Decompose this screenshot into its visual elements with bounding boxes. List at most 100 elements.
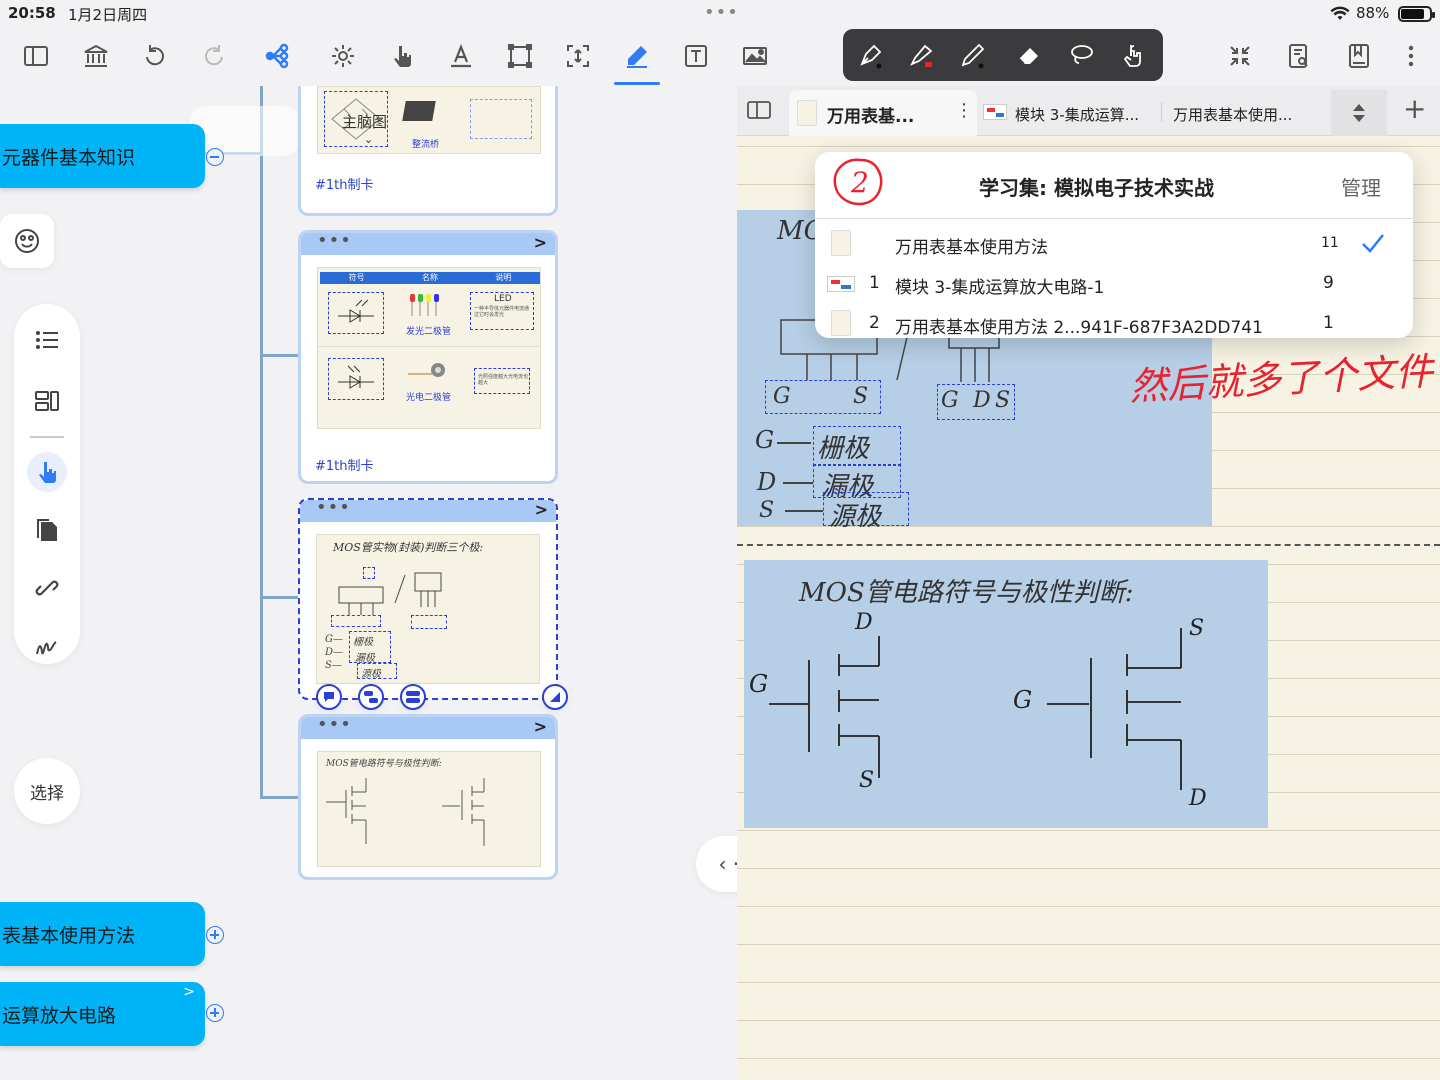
tab-thumb — [797, 100, 817, 126]
note-thumb — [831, 230, 851, 256]
add-tab-icon[interactable]: + — [1403, 92, 1426, 125]
lasso-icon[interactable] — [1065, 39, 1097, 71]
mindmap-card[interactable]: ••• > 符号 名称 说明 发光二极管 LED 一种半导体元器件电流通过它时会… — [298, 230, 558, 484]
pencil-tool-icon[interactable] — [957, 39, 989, 71]
side-tool-panel — [14, 304, 80, 664]
card-header[interactable]: ••• > — [301, 233, 555, 255]
sidebar-icon[interactable] — [18, 38, 54, 74]
study-set-item[interactable]: 2 万用表基本使用方法 2...941F-687F3A2DD741 1 — [815, 304, 1413, 344]
led-symbol-icon — [338, 299, 374, 323]
expand-node-icon[interactable] — [206, 926, 224, 944]
layout-icon[interactable] — [14, 380, 80, 420]
link-card-icon[interactable] — [358, 684, 384, 710]
sym1-drain: D — [855, 610, 873, 635]
mindmap-card-selected[interactable]: ••• > MOS管实物(封装)判断三个极: G— D— S— 栅极 漏极 源极 — [298, 498, 558, 700]
card-header[interactable]: ••• > — [300, 500, 556, 522]
mindmap-canvas[interactable]: 元器件基本知识 主脑图 ⌄ 整流桥 #1th制卡 ••• > 符号 名称 说明 — [0, 86, 737, 1080]
multitask-dots[interactable]: ••• — [704, 2, 739, 23]
redo-icon[interactable] — [196, 38, 232, 74]
pin-s2-label: S — [995, 388, 1011, 413]
image-icon[interactable] — [737, 38, 773, 74]
resize-handle-icon[interactable] — [542, 684, 568, 710]
textbox-icon[interactable] — [678, 38, 714, 74]
highlighter-icon[interactable] — [905, 39, 937, 71]
study-set-item[interactable]: 万用表基本使用方法 11 — [815, 224, 1413, 264]
expand-node-icon[interactable] — [206, 1004, 224, 1022]
text-format-icon[interactable] — [443, 38, 479, 74]
split-panel-icon[interactable] — [745, 96, 773, 124]
comment-icon[interactable] — [316, 684, 342, 710]
undo-icon[interactable] — [137, 38, 173, 74]
study-set-item[interactable]: 1 模块 3-集成运算放大电路-1 9 — [815, 264, 1413, 304]
page-separator — [737, 544, 1440, 546]
mindmap-icon[interactable] — [259, 38, 295, 74]
pencil-icon[interactable] — [619, 38, 655, 74]
item-label: 万用表基本使用方法 — [895, 238, 1048, 258]
legend-pin-s: S — [759, 498, 775, 523]
scribble-icon[interactable] — [14, 626, 80, 666]
link-icon[interactable] — [14, 568, 80, 608]
collapse-node-icon[interactable] — [206, 148, 224, 166]
mindmap-card[interactable]: 主脑图 ⌄ 整流桥 #1th制卡 — [298, 86, 558, 216]
mindmap-node[interactable]: 运算放大电路 > — [0, 982, 205, 1046]
chevron-down-icon[interactable]: ⌄ — [364, 133, 373, 146]
fountain-pen-icon[interactable] — [855, 39, 887, 71]
search-document-icon[interactable] — [1281, 38, 1317, 74]
chevron-right-icon[interactable]: > — [535, 500, 548, 519]
chevron-right-icon[interactable]: > — [534, 233, 547, 252]
card-more-dots[interactable]: ••• — [316, 500, 351, 518]
chevron-right-icon[interactable]: > — [183, 984, 195, 1000]
frame-icon[interactable] — [502, 38, 538, 74]
section2-title: MOS管电路符号与极性判断: — [799, 578, 1134, 608]
notebook-pane[interactable]: MOS G S G D S G 栅极 D 漏极 S 源极 然后就多了个文件 MO… — [737, 86, 1440, 1080]
ruled-line — [737, 146, 1440, 147]
tab-label: 模块 3-集成运算... — [1015, 106, 1140, 124]
ruled-line — [737, 868, 1440, 869]
tab-active[interactable]: 万用表基... ⋮ — [789, 90, 977, 136]
documents-icon[interactable] — [14, 510, 80, 550]
ruled-line — [737, 944, 1440, 945]
tab-more-icon[interactable]: ⋮ — [955, 100, 973, 121]
list-icon[interactable] — [14, 320, 80, 360]
mindmap-card[interactable]: ••• > MOS管电路符号与极性判断: — [298, 714, 558, 880]
pointer-hand-icon[interactable] — [384, 38, 420, 74]
tab[interactable]: 模块 3-集成运算... — [977, 90, 1157, 136]
merge-card-icon[interactable] — [400, 684, 426, 710]
mindmap-node[interactable]: 元器件基本知识 — [0, 124, 205, 188]
touch-hand-icon[interactable] — [1117, 39, 1149, 71]
more-vertical-icon[interactable] — [1393, 38, 1429, 74]
pin-g-label: G — [773, 384, 791, 409]
pointer-icon[interactable] — [14, 452, 80, 492]
tab-sort-icon[interactable] — [1331, 90, 1387, 136]
card-preview: 符号 名称 说明 发光二极管 LED 一种半导体元器件电流通过它时会发光 光电二… — [317, 267, 541, 429]
led-title: LED — [494, 294, 512, 304]
mindmap-node[interactable]: 表基本使用方法 — [0, 902, 205, 966]
bookmark-icon[interactable] — [1341, 38, 1377, 74]
gear-cycle-icon[interactable] — [325, 38, 361, 74]
ruled-line — [737, 982, 1440, 983]
chevron-right-icon[interactable]: > — [534, 717, 547, 736]
library-icon[interactable] — [78, 38, 114, 74]
checkmark-icon — [1362, 234, 1384, 253]
eraser-icon[interactable] — [1013, 39, 1045, 71]
select-button[interactable]: 选择 — [14, 758, 80, 824]
sym2-drain: D — [1189, 786, 1207, 811]
pin-d2-label: D — [973, 388, 991, 413]
sym2-gate: G — [1013, 686, 1033, 714]
ruled-line — [737, 830, 1440, 831]
expand-frame-icon[interactable] — [560, 38, 596, 74]
tab[interactable]: 万用表基本使用... — [1167, 90, 1327, 136]
manage-button[interactable]: 管理 — [1341, 172, 1381, 201]
card-more-dots[interactable]: ••• — [317, 233, 352, 251]
emoji-icon[interactable] — [0, 214, 54, 268]
tab-thumb — [983, 104, 1007, 120]
card-header[interactable]: ••• > — [301, 717, 555, 739]
split-view-handle[interactable]: ‹ · › — [696, 836, 737, 892]
connector-branch — [260, 354, 300, 357]
card-more-dots[interactable]: ••• — [317, 717, 352, 735]
node-label: 元器件基本知识 — [2, 146, 136, 169]
sym1-gate: G — [749, 670, 769, 698]
component-photo — [402, 101, 436, 121]
connector-branch — [260, 596, 300, 599]
collapse-icon[interactable] — [1222, 38, 1258, 74]
